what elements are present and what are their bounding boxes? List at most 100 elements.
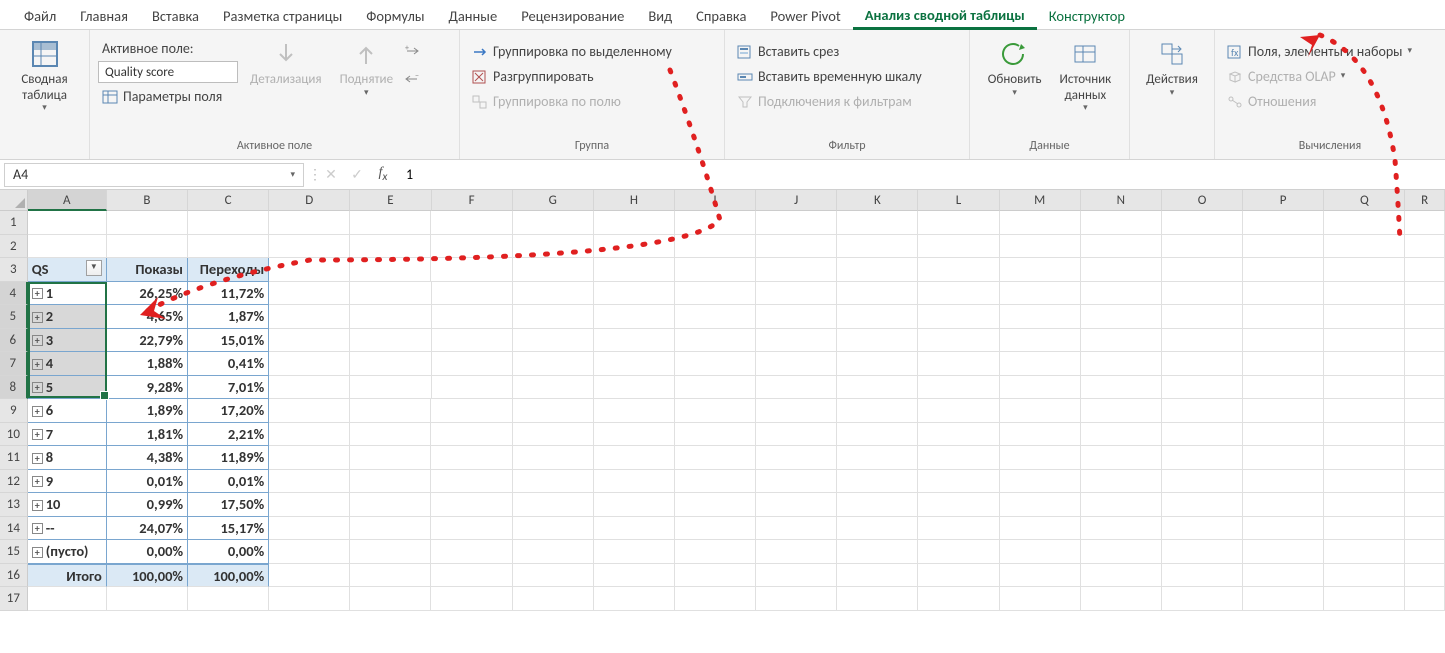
row-header-7[interactable]: 7 (0, 352, 28, 376)
cell-H12[interactable] (594, 470, 675, 494)
cell-C4[interactable]: 11,72% (188, 282, 269, 306)
cell-I9[interactable] (675, 399, 756, 423)
cell-I1[interactable] (675, 211, 756, 235)
cell-L12[interactable] (918, 470, 999, 494)
cell-P8[interactable] (1243, 376, 1324, 400)
col-header-N[interactable]: N (1081, 190, 1162, 211)
cell-H9[interactable] (594, 399, 675, 423)
cell-J15[interactable] (756, 540, 837, 564)
cell-P6[interactable] (1243, 329, 1324, 353)
cell-G1[interactable] (513, 211, 594, 235)
col-header-R[interactable]: R (1405, 190, 1445, 211)
cell-G5[interactable] (513, 305, 594, 329)
expand-field-icon[interactable]: + (405, 44, 421, 62)
cell-D16[interactable] (269, 564, 350, 588)
cell-G7[interactable] (513, 352, 594, 376)
cell-M16[interactable] (1000, 564, 1081, 588)
cell-R11[interactable] (1405, 446, 1445, 470)
cell-H8[interactable] (594, 376, 675, 400)
cell-I7[interactable] (675, 352, 756, 376)
cell-B4[interactable]: 26,25% (107, 282, 188, 306)
cell-F8[interactable] (432, 376, 513, 400)
row-header-13[interactable]: 13 (0, 493, 28, 517)
cell-C15[interactable]: 0,00% (188, 540, 269, 564)
cell-E15[interactable] (350, 540, 431, 564)
cell-H7[interactable] (594, 352, 675, 376)
cell-O15[interactable] (1162, 540, 1243, 564)
cell-R1[interactable] (1405, 211, 1445, 235)
cell-E16[interactable] (350, 564, 431, 588)
cell-O16[interactable] (1162, 564, 1243, 588)
expand-icon[interactable]: + (32, 382, 43, 393)
cell-A3[interactable]: ▼QS (28, 258, 107, 282)
col-header-I[interactable]: I (675, 190, 756, 211)
cell-Q9[interactable] (1324, 399, 1405, 423)
cell-R16[interactable] (1405, 564, 1445, 588)
cell-E1[interactable] (350, 211, 431, 235)
cell-D17[interactable] (269, 587, 350, 611)
cell-D13[interactable] (269, 493, 350, 517)
cell-D15[interactable] (269, 540, 350, 564)
cell-H3[interactable] (594, 258, 675, 282)
cell-L9[interactable] (918, 399, 999, 423)
cell-F9[interactable] (431, 399, 512, 423)
cell-F12[interactable] (431, 470, 512, 494)
cell-A2[interactable] (28, 235, 107, 259)
cell-G2[interactable] (513, 235, 594, 259)
cell-P12[interactable] (1243, 470, 1324, 494)
cell-A4[interactable]: +1 (28, 282, 107, 306)
cell-G9[interactable] (513, 399, 594, 423)
cell-O5[interactable] (1162, 305, 1243, 329)
cell-I13[interactable] (675, 493, 756, 517)
cell-G17[interactable] (513, 587, 594, 611)
cell-Q6[interactable] (1324, 329, 1405, 353)
cell-L13[interactable] (918, 493, 999, 517)
cell-Q15[interactable] (1324, 540, 1405, 564)
cell-M11[interactable] (1000, 446, 1081, 470)
cell-O17[interactable] (1162, 587, 1243, 611)
cell-Q10[interactable] (1324, 423, 1405, 447)
cell-H13[interactable] (594, 493, 675, 517)
cell-B17[interactable] (107, 587, 188, 611)
col-header-J[interactable]: J (756, 190, 837, 211)
cell-L17[interactable] (918, 587, 999, 611)
cell-M4[interactable] (1000, 282, 1081, 306)
cell-P13[interactable] (1243, 493, 1324, 517)
cell-D3[interactable] (269, 258, 350, 282)
cell-J11[interactable] (756, 446, 837, 470)
cell-C14[interactable]: 15,17% (188, 517, 269, 541)
cell-M2[interactable] (1000, 235, 1081, 259)
cell-P1[interactable] (1243, 211, 1324, 235)
cell-I3[interactable] (675, 258, 756, 282)
cell-R7[interactable] (1405, 352, 1445, 376)
cell-L16[interactable] (918, 564, 999, 588)
cell-H11[interactable] (594, 446, 675, 470)
cell-J2[interactable] (756, 235, 837, 259)
cell-N15[interactable] (1081, 540, 1162, 564)
expand-icon[interactable]: + (32, 335, 43, 346)
collapse-field-icon[interactable]: − (405, 72, 421, 90)
cell-Q8[interactable] (1324, 376, 1405, 400)
cell-C3[interactable]: Переходы (188, 258, 269, 282)
cell-B12[interactable]: 0,01% (107, 470, 188, 494)
cell-P4[interactable] (1243, 282, 1324, 306)
insert-function-button[interactable]: fx (370, 163, 396, 187)
expand-icon[interactable]: + (32, 288, 43, 299)
cell-B6[interactable]: 22,79% (107, 329, 188, 353)
cell-J5[interactable] (756, 305, 837, 329)
cell-A11[interactable]: +8 (28, 446, 107, 470)
cell-Q14[interactable] (1324, 517, 1405, 541)
name-box-dropdown-icon[interactable]: ▾ (290, 169, 295, 180)
cell-R9[interactable] (1405, 399, 1445, 423)
insert-timeline-button[interactable]: Вставить временную шкалу (733, 65, 926, 88)
cell-R8[interactable] (1405, 376, 1445, 400)
cell-L4[interactable] (918, 282, 999, 306)
cell-O6[interactable] (1162, 329, 1243, 353)
cell-Q1[interactable] (1324, 211, 1405, 235)
cell-P9[interactable] (1243, 399, 1324, 423)
cell-C2[interactable] (188, 235, 269, 259)
col-header-Q[interactable]: Q (1324, 190, 1405, 211)
actions-button[interactable]: Действия ▾ (1140, 34, 1204, 102)
cell-R12[interactable] (1405, 470, 1445, 494)
cell-D9[interactable] (269, 399, 350, 423)
